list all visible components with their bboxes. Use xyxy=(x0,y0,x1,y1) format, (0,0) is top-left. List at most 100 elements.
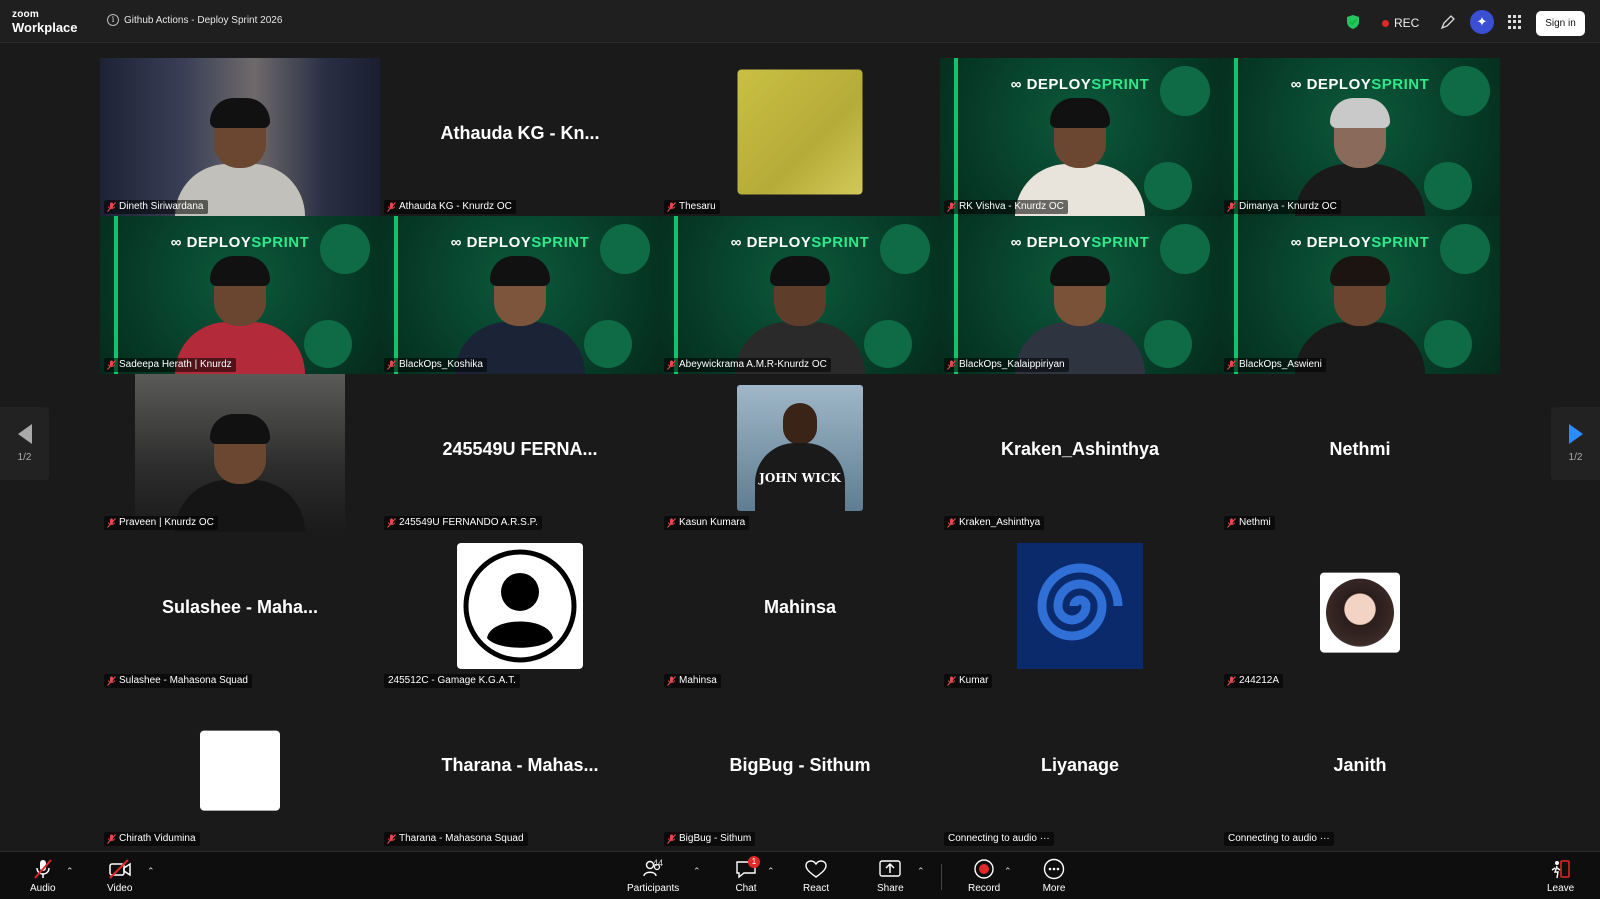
logo-line1: zoom xyxy=(12,9,39,20)
participants-options-caret-icon[interactable]: ⌃ xyxy=(693,866,701,877)
mic-muted-icon xyxy=(947,518,956,528)
audio-button[interactable]: Audio xyxy=(30,858,56,894)
participant-name: Abeywickrama A.M.R-Knurdz OC xyxy=(679,359,827,370)
chat-options-caret-icon[interactable]: ⌃ xyxy=(767,866,775,877)
participant-name-label: 245549U FERNANDO A.R.S.P. xyxy=(384,516,542,530)
participant-name: Connecting to audio ··· xyxy=(948,833,1050,844)
participant-tile[interactable]: Kraken_Ashinthya Kraken_Ashinthya xyxy=(940,374,1220,532)
react-button[interactable]: React xyxy=(803,858,829,894)
page-indicator-right: 1/2 xyxy=(1568,452,1583,463)
sign-in-button[interactable]: Sign in xyxy=(1536,11,1585,36)
participant-tile[interactable]: ∞ DEPLOYSPRINT RK Vishva - Knurdz OC xyxy=(940,58,1220,216)
participant-tile[interactable]: Kumar xyxy=(940,532,1220,690)
participant-name-display: 245549U FERNA... xyxy=(442,439,598,459)
participant-name-label: Tharana - Mahasona Squad xyxy=(384,832,528,846)
participant-tile[interactable]: ∞ DEPLOYSPRINT BlackOps_Koshika xyxy=(380,216,660,374)
rec-dot-icon xyxy=(1382,19,1389,27)
participant-tile[interactable]: Liyanage Connecting to audio ··· xyxy=(940,690,1220,848)
participant-tile[interactable]: Praveen | Knurdz OC xyxy=(100,374,380,532)
participant-name-label: Dimanya - Knurdz OC xyxy=(1224,200,1341,214)
participant-name-label: Chirath Vidumina xyxy=(104,832,200,846)
leave-icon xyxy=(1551,860,1570,879)
mic-muted-icon xyxy=(667,518,676,528)
spiral-logo-icon xyxy=(1037,563,1123,641)
profile-picture: JOHN WICK xyxy=(737,384,863,511)
deploy-sprint-banner: ∞ DEPLOYSPRINT xyxy=(1010,76,1150,93)
participant-tile[interactable]: 245549U FERNA... 245549U FERNANDO A.R.S.P… xyxy=(380,374,660,532)
mic-muted-icon xyxy=(667,202,676,212)
participants-count: 44 xyxy=(653,858,664,868)
participant-tile[interactable]: Dineth Siriwardana xyxy=(100,58,380,216)
participant-tile[interactable]: ∞ DEPLOYSPRINT BlackOps_Kalaippiriyan xyxy=(940,216,1220,374)
info-icon[interactable]: i xyxy=(107,14,119,26)
apps-grid-icon[interactable] xyxy=(1508,15,1522,29)
participant-tile[interactable]: Nethmi Nethmi xyxy=(1220,374,1500,532)
participant-tile[interactable]: JOHN WICK Kasun Kumara xyxy=(660,374,940,532)
meeting-toolbar: Audio ⌃ Video ⌃ Participants 44 ⌃ 1 Chat… xyxy=(0,851,1600,899)
default-avatar xyxy=(457,542,583,669)
mic-muted-icon xyxy=(667,834,676,844)
participant-tile[interactable]: ∞ DEPLOYSPRINT Dimanya - Knurdz OC xyxy=(1220,58,1500,216)
participant-name-label: Sulashee - Mahasona Squad xyxy=(104,674,252,688)
participant-name: Nethmi xyxy=(1239,517,1271,528)
leave-button[interactable]: Leave xyxy=(1547,858,1574,894)
participant-name-display: Athauda KG - Kn... xyxy=(440,123,600,143)
video-options-caret-icon[interactable]: ⌃ xyxy=(147,866,155,877)
participant-tile[interactable]: ∞ DEPLOYSPRINT Abeywickrama A.M.R-Knurdz … xyxy=(660,216,940,374)
participant-tile[interactable]: Mahinsa Mahinsa xyxy=(660,532,940,690)
participant-tile[interactable]: 244212A xyxy=(1220,532,1500,690)
participant-tile[interactable]: ∞ DEPLOYSPRINT Sadeepa Herath | Knurdz xyxy=(100,216,380,374)
record-label: Record xyxy=(968,883,1001,894)
mic-muted-icon xyxy=(667,360,676,370)
participant-name-label: BlackOps_Aswieni xyxy=(1224,358,1326,372)
participant-name-label: Connecting to audio ··· xyxy=(1224,832,1334,846)
participant-tile[interactable]: 245512C - Gamage K.G.A.T. xyxy=(380,532,660,690)
participant-tile[interactable]: Sulashee - Maha... Sulashee - Mahasona Sq… xyxy=(100,532,380,690)
mic-muted-icon xyxy=(947,676,956,686)
participant-name: BigBug - Sithum xyxy=(679,833,752,844)
next-page-button[interactable]: 1/2 xyxy=(1551,407,1600,480)
participant-tile[interactable]: Chirath Vidumina xyxy=(100,690,380,848)
chat-button[interactable]: 1 Chat xyxy=(734,856,760,894)
deploy-sprint-banner: ∞ DEPLOYSPRINT xyxy=(1290,76,1430,93)
shield-icon[interactable] xyxy=(1347,15,1359,29)
participant-tile[interactable]: Tharana - Mahas... Tharana - Mahasona Squ… xyxy=(380,690,660,848)
participant-name-display: Nethmi xyxy=(1329,439,1391,459)
previous-page-button[interactable]: 1/2 xyxy=(0,407,49,480)
share-options-caret-icon[interactable]: ⌃ xyxy=(917,866,925,877)
mic-muted-icon xyxy=(947,360,956,370)
mic-muted-icon xyxy=(1227,518,1236,528)
participant-name-display: Liyanage xyxy=(1040,755,1120,775)
participant-name: Sulashee - Mahasona Squad xyxy=(119,675,248,686)
meeting-info[interactable]: i Github Actions - Deploy Sprint 2026 xyxy=(107,14,282,26)
participant-tile[interactable]: ∞ DEPLOYSPRINT BlackOps_Aswieni xyxy=(1220,216,1500,374)
more-button[interactable]: More xyxy=(1042,858,1066,894)
participant-name-display: Janith xyxy=(1333,755,1387,775)
record-icon xyxy=(974,859,994,879)
participant-name-label: 245512C - Gamage K.G.A.T. xyxy=(384,674,520,688)
participant-name-label: Sadeepa Herath | Knurdz xyxy=(104,358,236,372)
participant-name: Tharana - Mahasona Squad xyxy=(399,833,524,844)
participant-tile[interactable]: Athauda KG - Kn... Athauda KG - Knurdz OC xyxy=(380,58,660,216)
participant-tile[interactable]: Thesaru xyxy=(660,58,940,216)
recording-indicator[interactable]: REC xyxy=(1382,16,1419,30)
annotate-icon[interactable] xyxy=(1440,14,1456,30)
participant-name-display: Kraken_Ashinthya xyxy=(1000,439,1160,459)
ai-companion-icon[interactable]: ✦ xyxy=(1470,10,1494,34)
record-options-caret-icon[interactable]: ⌃ xyxy=(1004,866,1012,877)
participant-name-label: BlackOps_Kalaippiriyan xyxy=(944,358,1069,372)
participant-name: 244212A xyxy=(1239,675,1280,686)
more-icon xyxy=(1043,858,1065,880)
share-button[interactable]: Share xyxy=(877,858,904,894)
participant-tile[interactable]: Janith Connecting to audio ··· xyxy=(1220,690,1500,848)
participant-name-label: Kraken_Ashinthya xyxy=(944,516,1045,530)
participant-name-label: Thesaru xyxy=(664,200,720,214)
record-button[interactable]: Record xyxy=(968,858,1000,894)
audio-options-caret-icon[interactable]: ⌃ xyxy=(66,866,74,877)
mic-muted-icon xyxy=(947,202,956,212)
participant-tile[interactable]: BigBug - Sithum BigBug - Sithum xyxy=(660,690,940,848)
participant-name-label: BigBug - Sithum xyxy=(664,832,756,846)
participant-name-label: Kumar xyxy=(944,674,993,688)
video-button[interactable]: Video xyxy=(107,858,132,894)
participants-button[interactable]: Participants 44 xyxy=(627,858,679,894)
